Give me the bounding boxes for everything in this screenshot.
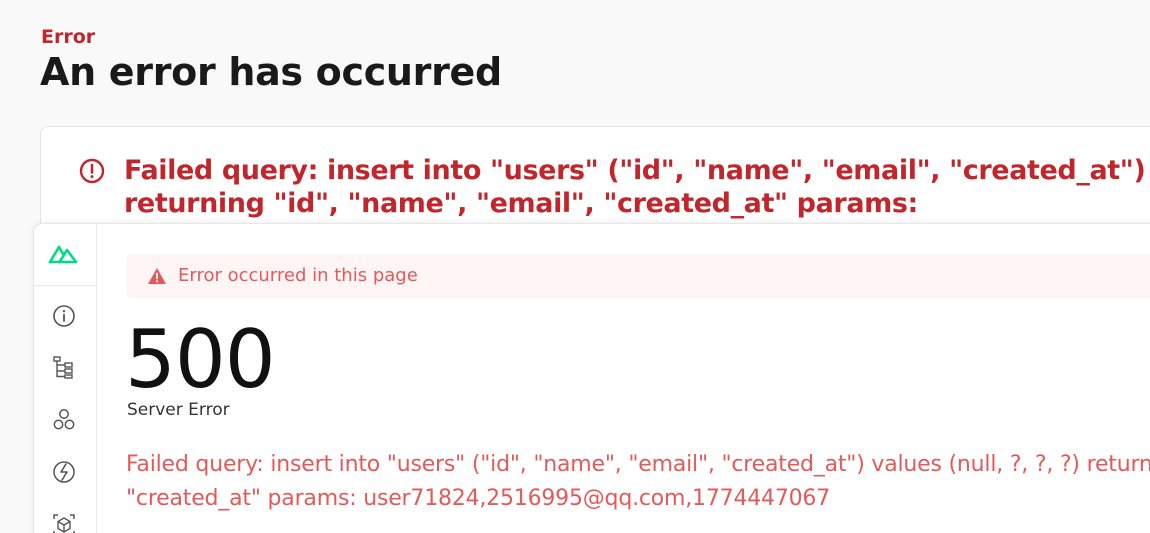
- warning-icon: [148, 268, 166, 284]
- failed-query-line-2: returning "id", "name", "email", "create…: [124, 188, 918, 219]
- component-tree-icon[interactable]: [51, 354, 77, 380]
- hooks-icon[interactable]: [51, 459, 77, 485]
- error-message: Failed query: insert into "users" ("id",…: [126, 448, 1150, 516]
- failed-query-title: Failed query: insert into "users" ("id",…: [124, 154, 1150, 220]
- cube-icon[interactable]: [51, 512, 77, 533]
- error-message-line-1: Failed query: insert into "users" ("id",…: [126, 452, 1150, 477]
- nuxt-logo-icon: [48, 245, 78, 264]
- devtools-logo-area[interactable]: [34, 224, 96, 286]
- error-message-line-2: "created_at" params: user71824,2516995@q…: [126, 486, 831, 511]
- status-text: Server Error: [127, 400, 230, 420]
- devtools-main: Error occurred in this page 500 Server E…: [97, 224, 1150, 533]
- banner-text: Error occurred in this page: [178, 265, 418, 286]
- status-code: 500: [125, 313, 276, 406]
- page-title: An error has occurred: [40, 50, 502, 94]
- info-icon[interactable]: [51, 303, 77, 329]
- page-error-banner: Error occurred in this page: [126, 254, 1150, 298]
- error-label: Error: [41, 26, 96, 48]
- devtools-sidebar: [34, 224, 97, 533]
- error-page: Error An error has occurred Failed query…: [0, 0, 1150, 533]
- alert-circle-icon: [79, 158, 105, 184]
- failed-query-line-1: Failed query: insert into "users" ("id",…: [124, 155, 1150, 186]
- devtools-panel: Error occurred in this page 500 Server E…: [33, 223, 1150, 533]
- components-icon[interactable]: [51, 407, 77, 433]
